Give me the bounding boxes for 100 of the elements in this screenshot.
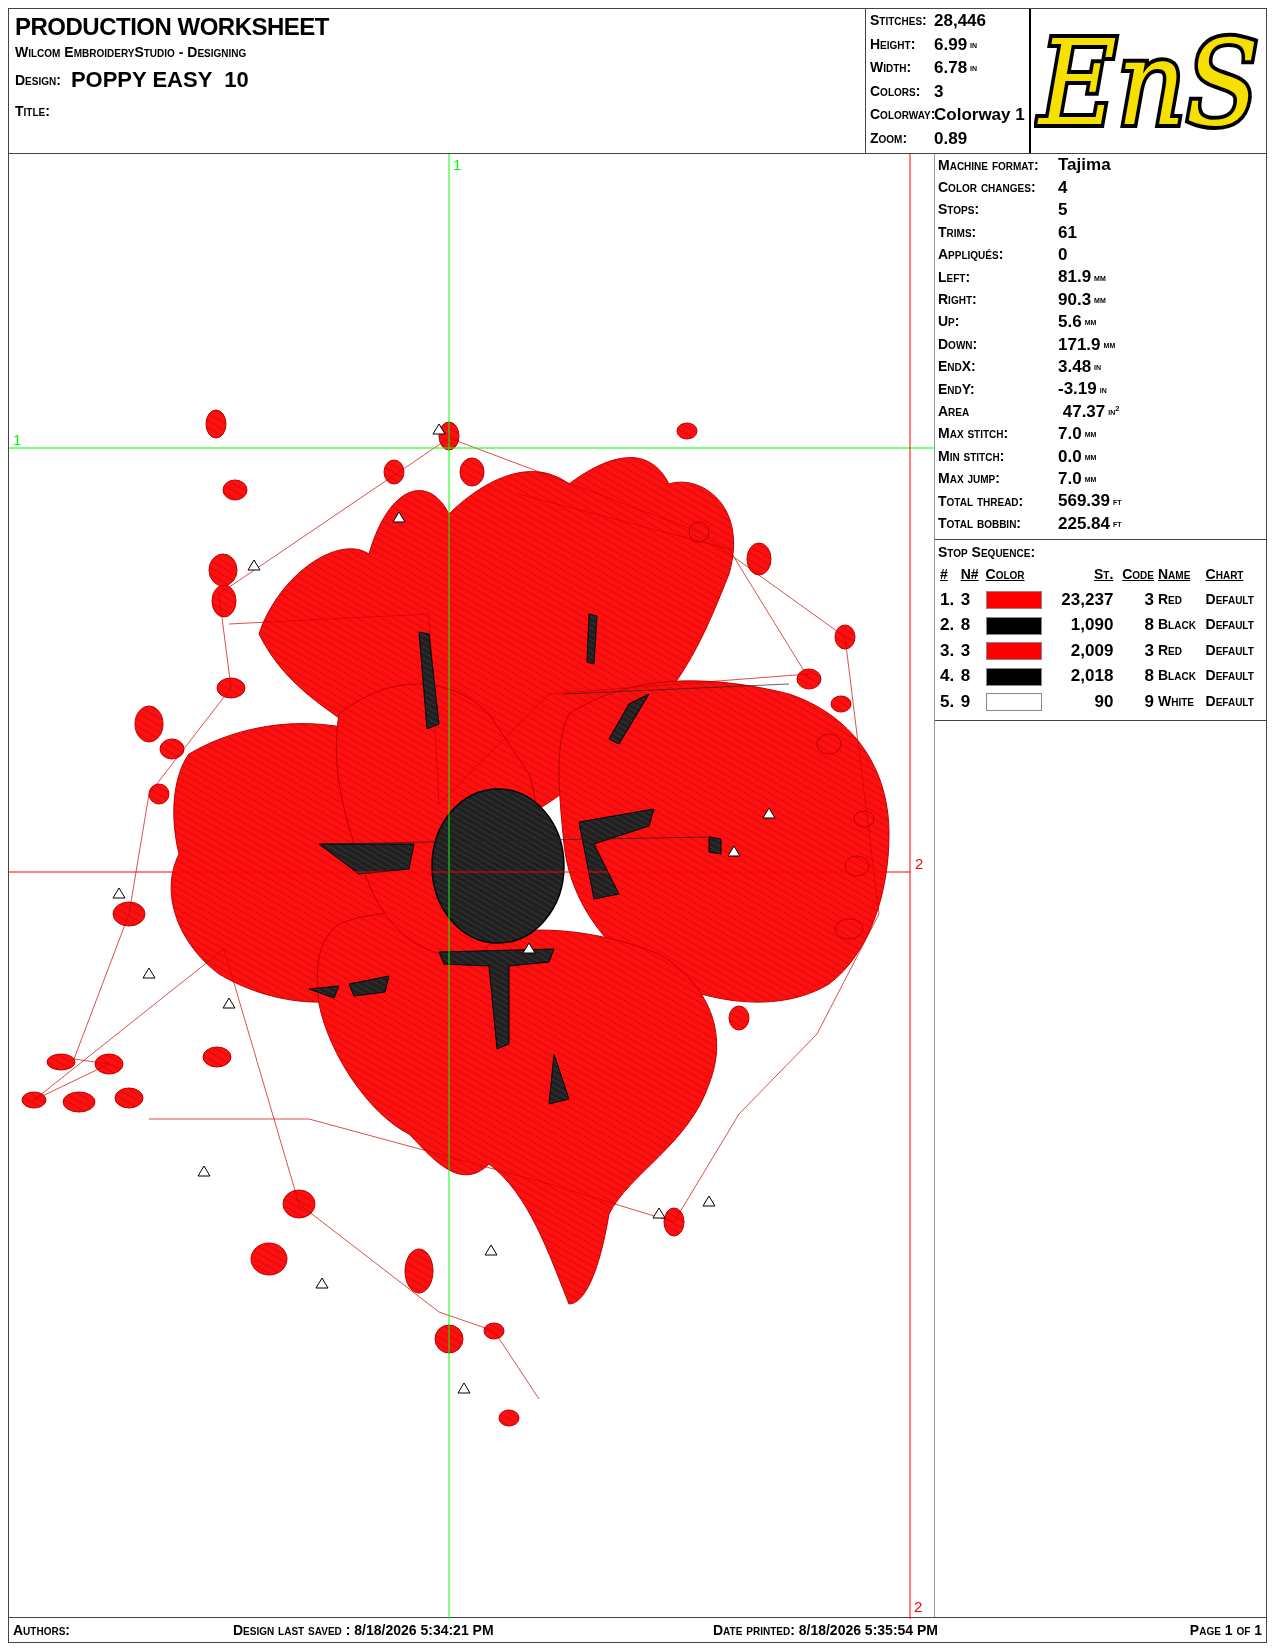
unit-label: in (1099, 382, 1107, 397)
guide-label: 2 (914, 1598, 923, 1615)
worksheet-title: PRODUCTION WORKSHEET (15, 13, 331, 41)
table-cell-text: 1. (939, 588, 956, 611)
field-value: 7.0 (1058, 467, 1082, 490)
field-value: -3.19 (1058, 378, 1097, 401)
unit-label: mm (1084, 315, 1097, 330)
field-value: 225.84 (1058, 512, 1110, 535)
table-cell-text: 3 (1143, 588, 1155, 611)
unit-label: mm (1094, 293, 1106, 308)
field-label: Height: (870, 34, 917, 54)
field-label: Zoom: (870, 128, 909, 148)
table-cell-text: Default (1204, 615, 1255, 635)
unit-label: mm (1084, 472, 1097, 487)
field-label: EndY: (938, 379, 976, 399)
table-cell-text: 5. (939, 690, 956, 713)
field-label: Trims: (938, 222, 978, 242)
unit-label: mm (1084, 427, 1097, 442)
last-saved-text: Design last saved : 8/18/2026 5:34:21 PM (233, 1620, 495, 1640)
unit-label: in$^{2}$ (1108, 404, 1120, 419)
unit-label: in (1094, 360, 1102, 375)
table-cell-text: 9 (959, 690, 972, 713)
field-label: Color changes: (938, 178, 1037, 198)
field-label: Stitches: (870, 11, 928, 31)
table-cell-text: 8 (1143, 614, 1155, 637)
field-label: Left: (938, 267, 972, 287)
field-label: Width: (870, 58, 913, 78)
table-cell-text: Default (1204, 666, 1255, 686)
guide-label: 2 (915, 855, 924, 872)
field-value: 0 (1058, 244, 1068, 266)
field-value: 90.3 (1058, 288, 1092, 311)
guide-label: 1 (13, 431, 22, 448)
table-cell-text: 2. (939, 614, 956, 637)
unit-label: mm (1094, 270, 1106, 285)
table-cell-text: 2,018 (1069, 665, 1115, 688)
table-cell-text: Black (1157, 615, 1197, 635)
unit-label: mm (1103, 337, 1116, 352)
field-label: Appliqués: (938, 245, 1005, 265)
unit-label: in (970, 37, 978, 52)
guide-label: 1 (453, 156, 462, 173)
table-cell-text: 4. (939, 665, 956, 688)
logo-text: EnS (1038, 14, 1264, 150)
field-label: Area (938, 402, 971, 421)
field-label: Colors: (870, 81, 922, 101)
field-label: Up: (938, 312, 961, 332)
field-label: Right: (938, 290, 978, 310)
field-value: 5.6 (1058, 311, 1082, 334)
table-cell-text: 3 (1143, 639, 1155, 662)
table-cell-text: 3 (959, 639, 972, 662)
unit-label: ft (1113, 494, 1122, 509)
field-label: Stops: (938, 200, 981, 220)
design-name: POPPY EASY 10 (70, 66, 249, 94)
section-title: Stop Sequence: (938, 542, 1037, 562)
field-value: 171.9 (1058, 333, 1101, 356)
field-value: 0.0 (1058, 445, 1082, 468)
field-label: Max stitch: (938, 424, 1010, 444)
table-cell-text: 23,237 (1060, 588, 1115, 611)
field-value: 81.9 (1058, 266, 1092, 289)
column-header: Name (1157, 565, 1192, 585)
field-label: Total thread: (938, 491, 1025, 511)
table-cell-text: 9 (1143, 690, 1155, 713)
date-printed-text: Date printed: 8/18/2026 5:35:54 PM (713, 1620, 939, 1640)
table-cell-text: 8 (959, 614, 972, 637)
software-name: Wilcom EmbroideryStudio - Designing (15, 43, 248, 62)
table-cell-text: 1,090 (1069, 614, 1115, 637)
column-header: St. (1093, 565, 1115, 585)
unit-label: ft (1113, 516, 1122, 531)
column-header: Chart (1204, 565, 1245, 585)
design-label: Design: (15, 70, 61, 90)
column-header: # (939, 565, 949, 585)
table-cell-text: White (1157, 691, 1195, 711)
table-cell-text: 90 (1093, 690, 1115, 713)
field-value: 0.89 (934, 127, 968, 150)
table-cell-text: Default (1204, 691, 1255, 711)
table-cell-text: Default (1204, 640, 1255, 660)
field-value: 61 (1058, 221, 1077, 244)
authors-label: Authors: (13, 1620, 71, 1640)
table-cell-text: Default (1204, 589, 1255, 609)
column-header: Color (984, 565, 1026, 585)
column-header: Code (1121, 565, 1155, 585)
field-label: Down: (938, 334, 979, 354)
field-label: EndX: (938, 357, 977, 377)
unit-label: in (970, 61, 978, 76)
field-value: 3 (934, 80, 944, 103)
field-value: 47.37 (1061, 400, 1106, 423)
field-value: 4 (1058, 176, 1068, 199)
title-label: Title: (15, 102, 51, 121)
table-cell-text: 2,009 (1069, 639, 1115, 662)
field-label: Colorway: (870, 105, 934, 125)
field-label: Max jump: (938, 469, 1001, 489)
field-value: 7.0 (1058, 423, 1082, 446)
field-value: 3.48 (1058, 355, 1092, 378)
page-number: Page 1 of 1 (1189, 1620, 1262, 1640)
field-value: Tajima (1058, 154, 1111, 177)
table-cell-text: Black (1157, 666, 1197, 686)
unit-label: mm (1084, 449, 1097, 464)
table-cell-text: 8 (1143, 665, 1155, 688)
field-value: Colorway 1 (934, 104, 1025, 126)
table-cell-text: 3 (959, 588, 972, 611)
table-cell-text: Red (1157, 589, 1183, 609)
